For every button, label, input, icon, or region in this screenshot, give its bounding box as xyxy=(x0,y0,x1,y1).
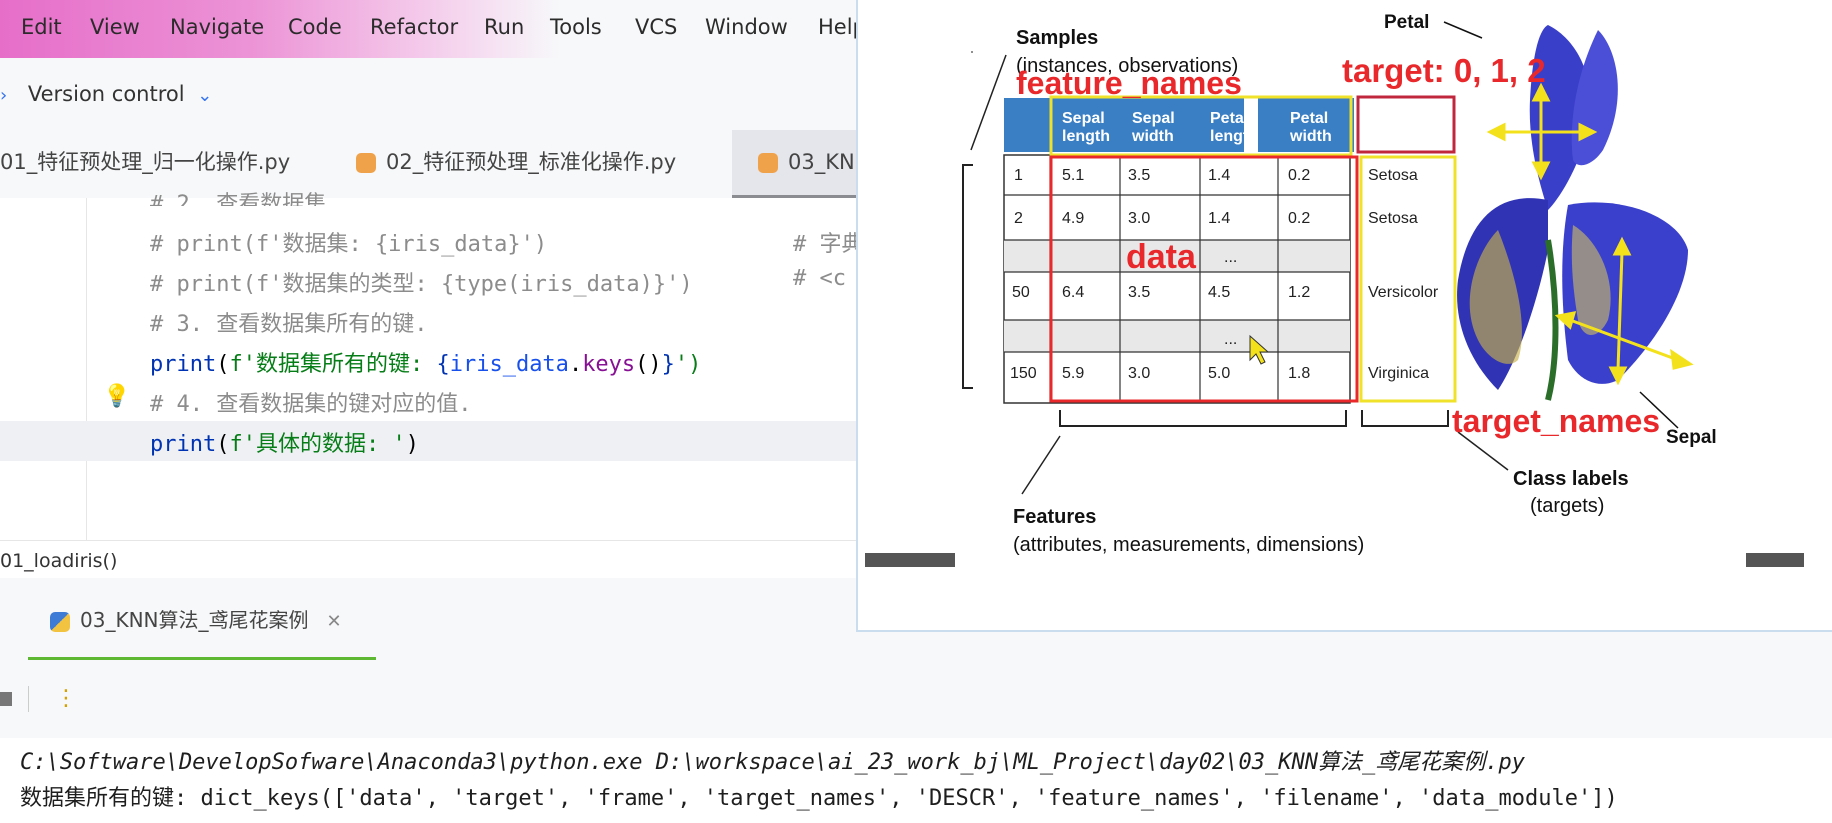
console-output-line: 数据集所有的键: dict_keys(['data', 'target', 'f… xyxy=(20,786,1618,811)
cell: 5.0 xyxy=(1208,365,1230,382)
code-line: # 4. 查看数据集的键对应的值. xyxy=(150,392,472,417)
features-subtitle: (attributes, measurements, dimensions) xyxy=(1013,534,1364,556)
feature-names-annotation: feature_names xyxy=(1016,65,1242,101)
cell: 3.5 xyxy=(1128,284,1150,301)
code-line: print(f'数据集所有的键: {iris_data.keys()}') xyxy=(150,352,702,377)
cell: 3.0 xyxy=(1128,365,1150,382)
cell: 50 xyxy=(1012,284,1030,301)
breadcrumb-label: 01_loadiris() xyxy=(0,550,118,572)
code-line: # 3. 查看数据集所有的键. xyxy=(150,312,428,337)
cell: 4.5 xyxy=(1208,284,1230,301)
cell: 3.5 xyxy=(1128,167,1150,184)
cell: 0.2 xyxy=(1288,210,1310,227)
menu-code[interactable]: Code xyxy=(288,15,342,39)
cell: Virginica xyxy=(1368,365,1429,382)
sepal-label: Sepal xyxy=(1666,427,1717,448)
cell: 4.9 xyxy=(1062,210,1084,227)
cell: Versicolor xyxy=(1368,284,1439,301)
console-command-line: C:\Software\DevelopSofware\Anaconda3\pyt… xyxy=(20,750,1526,775)
cell: 1.4 xyxy=(1208,210,1230,227)
breadcrumb[interactable]: 01_loadiris() xyxy=(0,540,860,579)
tab-standardization[interactable]: 02_特征预处理_标准化操作.py xyxy=(356,130,726,198)
menu-tools[interactable]: Tools xyxy=(550,15,602,39)
cell: 1.2 xyxy=(1288,284,1310,301)
header-sepal-length: Sepal length xyxy=(1062,110,1110,145)
cell: 0.2 xyxy=(1288,167,1310,184)
table-header-bg xyxy=(1004,98,1244,152)
menu-refactor[interactable]: Refactor xyxy=(370,15,458,39)
cell: 1.8 xyxy=(1288,365,1310,382)
stop-icon[interactable] xyxy=(0,692,12,706)
menu-vcs[interactable]: VCS xyxy=(635,15,677,39)
more-options-icon[interactable]: ⋮ xyxy=(55,686,77,711)
run-tab[interactable]: 03_KNN算法_鸢尾花案例 ✕ xyxy=(28,590,376,660)
close-icon[interactable]: ✕ xyxy=(327,611,342,632)
version-control-label: Version control xyxy=(27,82,185,106)
slide-figure: Sepal length Sepal width Petal length Petal… xyxy=(865,12,1804,567)
cell: Setosa xyxy=(1368,167,1418,184)
slide-scroll-left xyxy=(865,553,955,567)
menu-window[interactable]: Window xyxy=(705,15,788,39)
tab-knn-iris[interactable]: 03_KN xyxy=(732,130,860,198)
python-file-icon xyxy=(50,611,70,632)
cell: 2 xyxy=(1014,210,1023,227)
code-line: # print(f'数据集的类型: {type(iris_data)}') # <… xyxy=(150,266,846,297)
ellipsis: ... xyxy=(1224,249,1237,266)
cell: 3.0 xyxy=(1128,210,1150,227)
menu-bar-highlight xyxy=(0,0,560,58)
features-bracket xyxy=(1059,410,1347,427)
samples-pointer xyxy=(970,54,1007,151)
cell: 5.1 xyxy=(1062,167,1084,184)
header-class-label: Class label xyxy=(1363,110,1406,145)
target-annotation: target: 0, 1, 2 xyxy=(1342,52,1546,89)
menu-view[interactable]: View xyxy=(90,15,140,39)
class-labels-bracket xyxy=(1361,410,1449,427)
target-names-annotation: target_names xyxy=(1452,403,1660,439)
ellipsis: ... xyxy=(1224,331,1237,348)
code-line: # print(f'数据集: {iris_data}') # 字典 xyxy=(150,232,864,257)
header-sepal-width: Sepal width xyxy=(1131,110,1175,145)
header-petal-width: Petal width xyxy=(1289,110,1332,145)
cell: 1 xyxy=(1014,167,1023,184)
cell: 5.9 xyxy=(1062,365,1084,382)
run-tab-label: 03_KNN算法_鸢尾花案例 xyxy=(80,608,309,632)
header-petal-length: Petal length xyxy=(1210,110,1258,145)
cell: 1.4 xyxy=(1208,167,1230,184)
tab-label: 01_特征预处理_归一化操作.py xyxy=(0,150,291,174)
menu-run[interactable]: Run xyxy=(484,15,524,39)
editor-gutter xyxy=(86,198,87,540)
python-file-icon xyxy=(356,153,376,173)
menu-bar: Edit View Navigate Code Refactor Run Too… xyxy=(0,0,866,58)
lightbulb-icon[interactable]: 💡 xyxy=(103,384,130,409)
tab-label: 03_KN xyxy=(788,150,855,174)
data-annotation: data xyxy=(1126,238,1197,276)
version-control-dropdown[interactable]: › Version control ⌄ xyxy=(0,82,212,106)
class-labels-title: Class labels xyxy=(1513,468,1629,490)
cell: 6.4 xyxy=(1062,284,1084,301)
editor-tabs: 01_特征预处理_归一化操作.py 02_特征预处理_标准化操作.py 03_K… xyxy=(0,130,860,199)
current-line-highlight xyxy=(0,421,860,461)
samples-bracket xyxy=(962,164,973,389)
samples-title: Samples xyxy=(1016,27,1098,49)
toolbar-divider xyxy=(28,686,29,712)
slide-scroll-right xyxy=(1746,553,1804,567)
tab-label: 02_特征预处理_标准化操作.py xyxy=(386,150,677,174)
code-line: print(f'具体的数据: ') xyxy=(150,432,419,457)
iris-dataset-slide: Sepal length Sepal width Petal length Petal… xyxy=(856,0,1832,632)
chevron-right-icon: › xyxy=(0,85,8,106)
python-file-icon xyxy=(758,153,778,173)
petal-label: Petal xyxy=(1384,12,1429,33)
class-labels-subtitle: (targets) xyxy=(1530,495,1604,517)
code-line: # 2. 查看数据集. xyxy=(150,192,340,206)
menu-edit[interactable]: Edit xyxy=(21,15,62,39)
features-title: Features xyxy=(1013,506,1096,528)
cell: 150 xyxy=(1010,365,1037,382)
chevron-down-icon: ⌄ xyxy=(197,85,213,106)
menu-navigate[interactable]: Navigate xyxy=(170,15,264,39)
cell: Setosa xyxy=(1368,210,1418,227)
